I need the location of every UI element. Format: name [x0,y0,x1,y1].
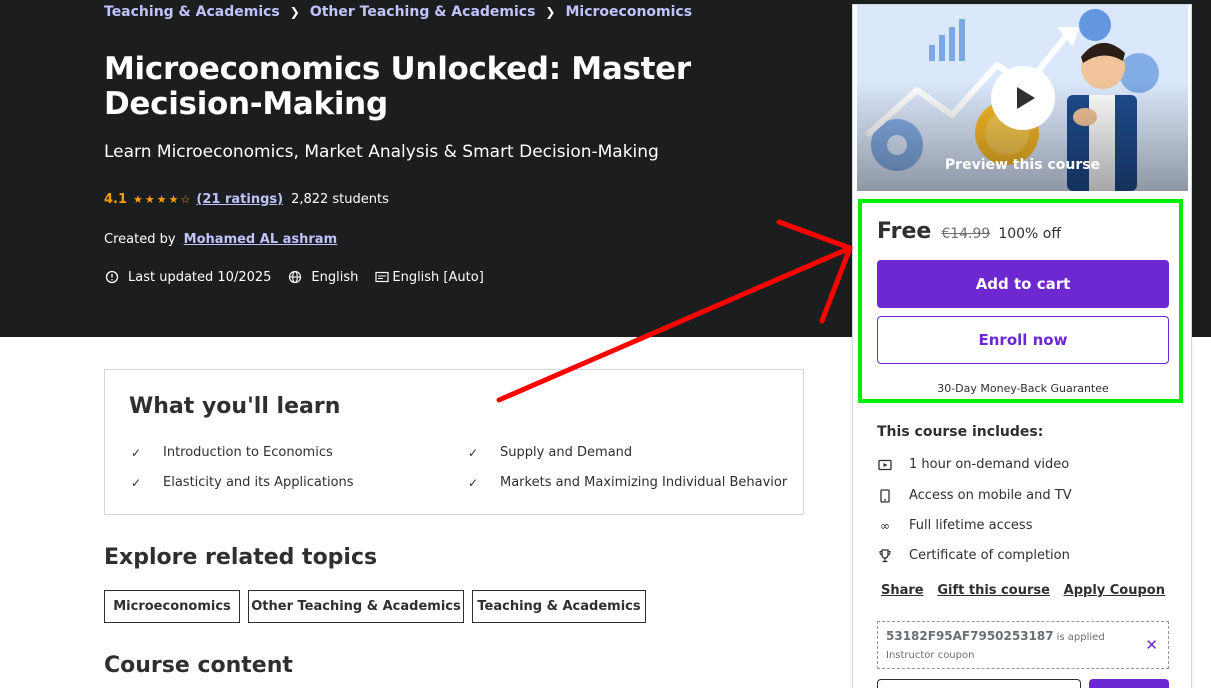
learn-item-label: Supply and Demand [500,445,633,460]
check-icon: ✓ [468,445,479,460]
author-link[interactable]: Mohamed AL ashram [184,232,337,247]
coupon-input[interactable] [877,679,1081,688]
video-icon [877,459,893,471]
mobile-icon [877,488,893,503]
breadcrumb-item-teaching-academics[interactable]: Teaching & Academics [104,4,280,20]
gift-course-link[interactable]: Gift this course [937,583,1050,598]
coupon-code-line: 53182F95AF7950253187 is applied [886,629,1105,643]
chevron-right-icon: ❯ [545,5,556,19]
list-item: ✓ Introduction to Economics [131,445,333,460]
include-label: 1 hour on-demand video [909,457,1070,472]
learn-item-label: Markets and Maximizing Individual Behavi… [500,475,788,490]
course-captions: English [Auto] [392,269,484,285]
list-item: ✓ Elasticity and its Applications [131,475,354,490]
money-back-guarantee: 30-Day Money-Back Guarantee [937,382,1109,395]
add-to-cart-button[interactable]: Add to cart [877,260,1169,308]
includes-title: This course includes: [877,424,1044,440]
check-icon: ✓ [131,445,142,460]
list-item: Certificate of completion [877,548,1070,563]
course-subtitle: Learn Microeconomics, Market Analysis & … [104,142,659,162]
play-button[interactable] [991,66,1055,130]
applied-coupon: 53182F95AF7950253187 is applied Instructo… [877,621,1169,669]
sidebar-links: Share Gift this course Apply Coupon [881,583,1165,598]
related-topics-title: Explore related topics [104,545,378,570]
share-link[interactable]: Share [881,583,924,598]
list-item: ✓ Supply and Demand [468,445,632,460]
include-label: Access on mobile and TV [909,488,1072,503]
coupon-code: 53182F95AF7950253187 [886,629,1054,643]
price-original: €14.99 [941,226,991,242]
captions-icon [374,269,390,285]
check-icon: ✓ [468,475,479,490]
ratings-count-link[interactable]: (21 ratings) [196,192,283,207]
alert-clock-icon [104,269,120,285]
course-preview-video[interactable]: Preview this course [857,5,1188,191]
what-you-will-learn: What you'll learn ✓ Introduction to Econ… [104,369,804,515]
enroll-now-button[interactable]: Enroll now [877,316,1169,364]
price-discount: 100% off [998,226,1061,242]
trophy-icon [877,548,893,563]
coupon-apply-button[interactable] [1089,679,1169,688]
rating-row: 4.1 ★ ★ ★ ★ ☆ (21 ratings) 2,822 student… [104,192,389,207]
created-by-label: Created by [104,232,176,247]
play-icon [1016,87,1035,109]
last-updated: Last updated 10/2025 [128,269,272,285]
include-label: Certificate of completion [909,548,1070,563]
star-full-icon: ★ [168,193,179,206]
chevron-right-icon: ❯ [289,5,300,19]
learn-title: What you'll learn [129,394,341,419]
topic-chip-teaching-academics[interactable]: Teaching & Academics [472,590,646,623]
star-empty-icon: ☆ [180,193,191,206]
coupon-applied-text: is applied [1056,632,1105,643]
price-row: Free €14.99 100% off [877,219,1061,244]
topic-chip-other-teaching[interactable]: Other Teaching & Academics [248,590,464,623]
created-by-row: Created by Mohamed AL ashram [104,232,337,247]
preview-course-label: Preview this course [944,157,1101,173]
list-item: ∞ Full lifetime access [877,518,1032,533]
course-meta-row: Last updated 10/2025 English English [Au… [104,269,484,285]
list-item: 1 hour on-demand video [877,457,1069,472]
course-content-title: Course content [104,653,293,678]
close-icon[interactable]: ✕ [1145,636,1158,654]
learn-item-label: Elasticity and its Applications [163,475,354,490]
check-icon: ✓ [131,475,142,490]
course-title: Microeconomics Unlocked: Master Decision… [104,51,691,122]
list-item: Access on mobile and TV [877,488,1072,503]
topic-chip-microeconomics[interactable]: Microeconomics [104,590,240,623]
coupon-type: Instructor coupon [886,650,975,661]
breadcrumb: Teaching & Academics ❯ Other Teaching & … [104,4,692,20]
star-full-icon: ★ [156,193,167,206]
star-full-icon: ★ [144,193,155,206]
rating-value: 4.1 [104,192,128,207]
list-item: ✓ Markets and Maximizing Individual Beha… [468,475,787,490]
purchase-sidebar: Preview this course Free €14.99 100% off… [852,4,1192,688]
price-current: Free [877,219,932,244]
globe-icon [287,269,303,285]
apply-coupon-link[interactable]: Apply Coupon [1064,583,1165,598]
star-rating: ★ ★ ★ ★ ☆ [133,193,190,206]
include-label: Full lifetime access [909,518,1033,533]
star-full-icon: ★ [133,193,143,206]
breadcrumb-item-other-teaching[interactable]: Other Teaching & Academics [310,4,536,20]
students-count: 2,822 students [291,192,389,207]
learn-item-label: Introduction to Economics [163,445,333,460]
course-language: English [311,269,359,285]
infinity-icon: ∞ [880,518,890,533]
breadcrumb-item-microeconomics[interactable]: Microeconomics [565,4,692,20]
